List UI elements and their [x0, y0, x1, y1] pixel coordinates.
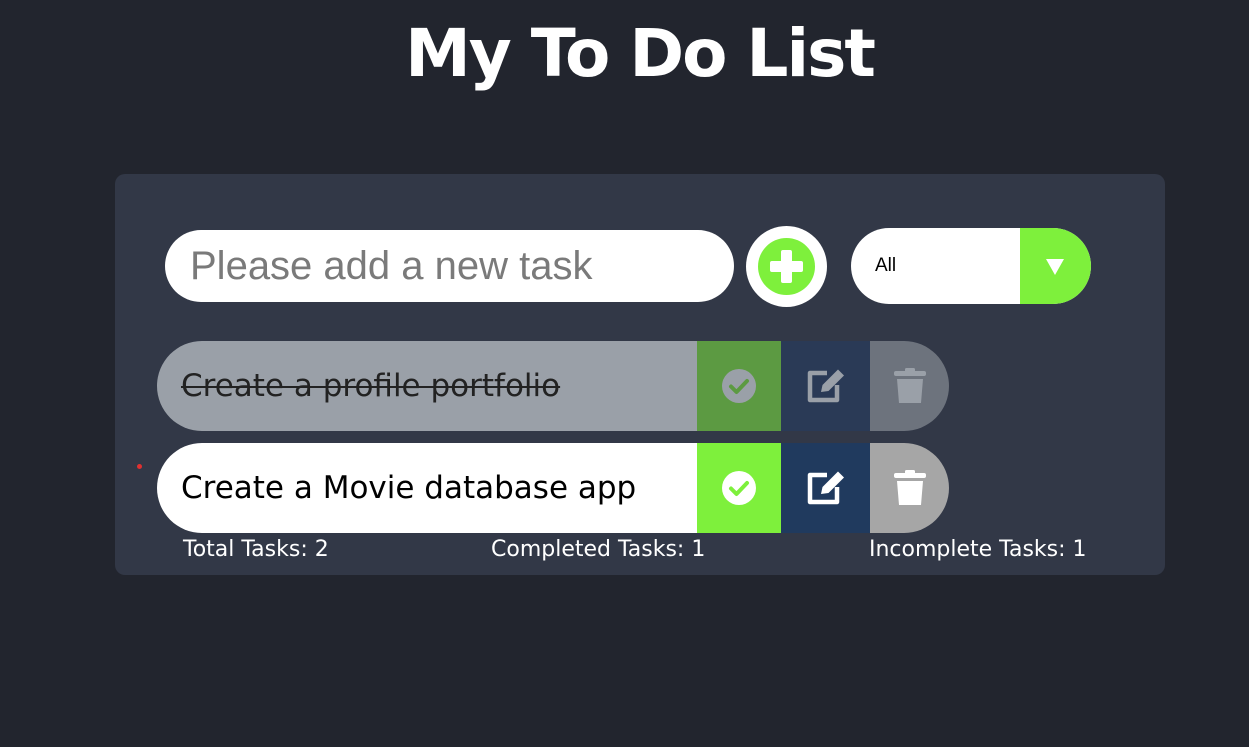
trash-icon [893, 368, 926, 403]
todo-item: Create a profile portfolio [157, 341, 949, 431]
edit-button[interactable] [781, 341, 870, 431]
edit-icon [807, 369, 844, 403]
check-circle-icon [722, 471, 756, 505]
todo-item: Create a Movie database app [157, 443, 949, 533]
trash-icon [893, 470, 926, 505]
complete-button[interactable] [697, 443, 781, 533]
page-title: My To Do List [405, 15, 876, 92]
complete-button[interactable] [697, 341, 781, 431]
todo-item-text: Create a Movie database app [157, 443, 697, 533]
delete-button[interactable] [870, 443, 949, 533]
total-tasks-count: Total Tasks: 2 [183, 537, 329, 562]
incomplete-tasks-count: Incomplete Tasks: 1 [869, 537, 1087, 562]
completed-tasks-count: Completed Tasks: 1 [491, 537, 706, 562]
todo-item-text: Create a profile portfolio [157, 341, 697, 431]
filter-selected-value: All [875, 255, 897, 276]
add-task-button[interactable] [746, 226, 827, 307]
filter-select[interactable]: All [851, 228, 1091, 304]
edit-icon [807, 471, 844, 505]
plus-circle-icon [758, 238, 815, 295]
check-circle-icon [722, 369, 756, 403]
new-task-input[interactable] [165, 230, 734, 302]
filter-dropdown-toggle[interactable] [1020, 228, 1091, 304]
delete-button[interactable] [870, 341, 949, 431]
edit-button[interactable] [781, 443, 870, 533]
caret-down-icon [1046, 259, 1064, 275]
red-dot-marker [137, 464, 142, 469]
